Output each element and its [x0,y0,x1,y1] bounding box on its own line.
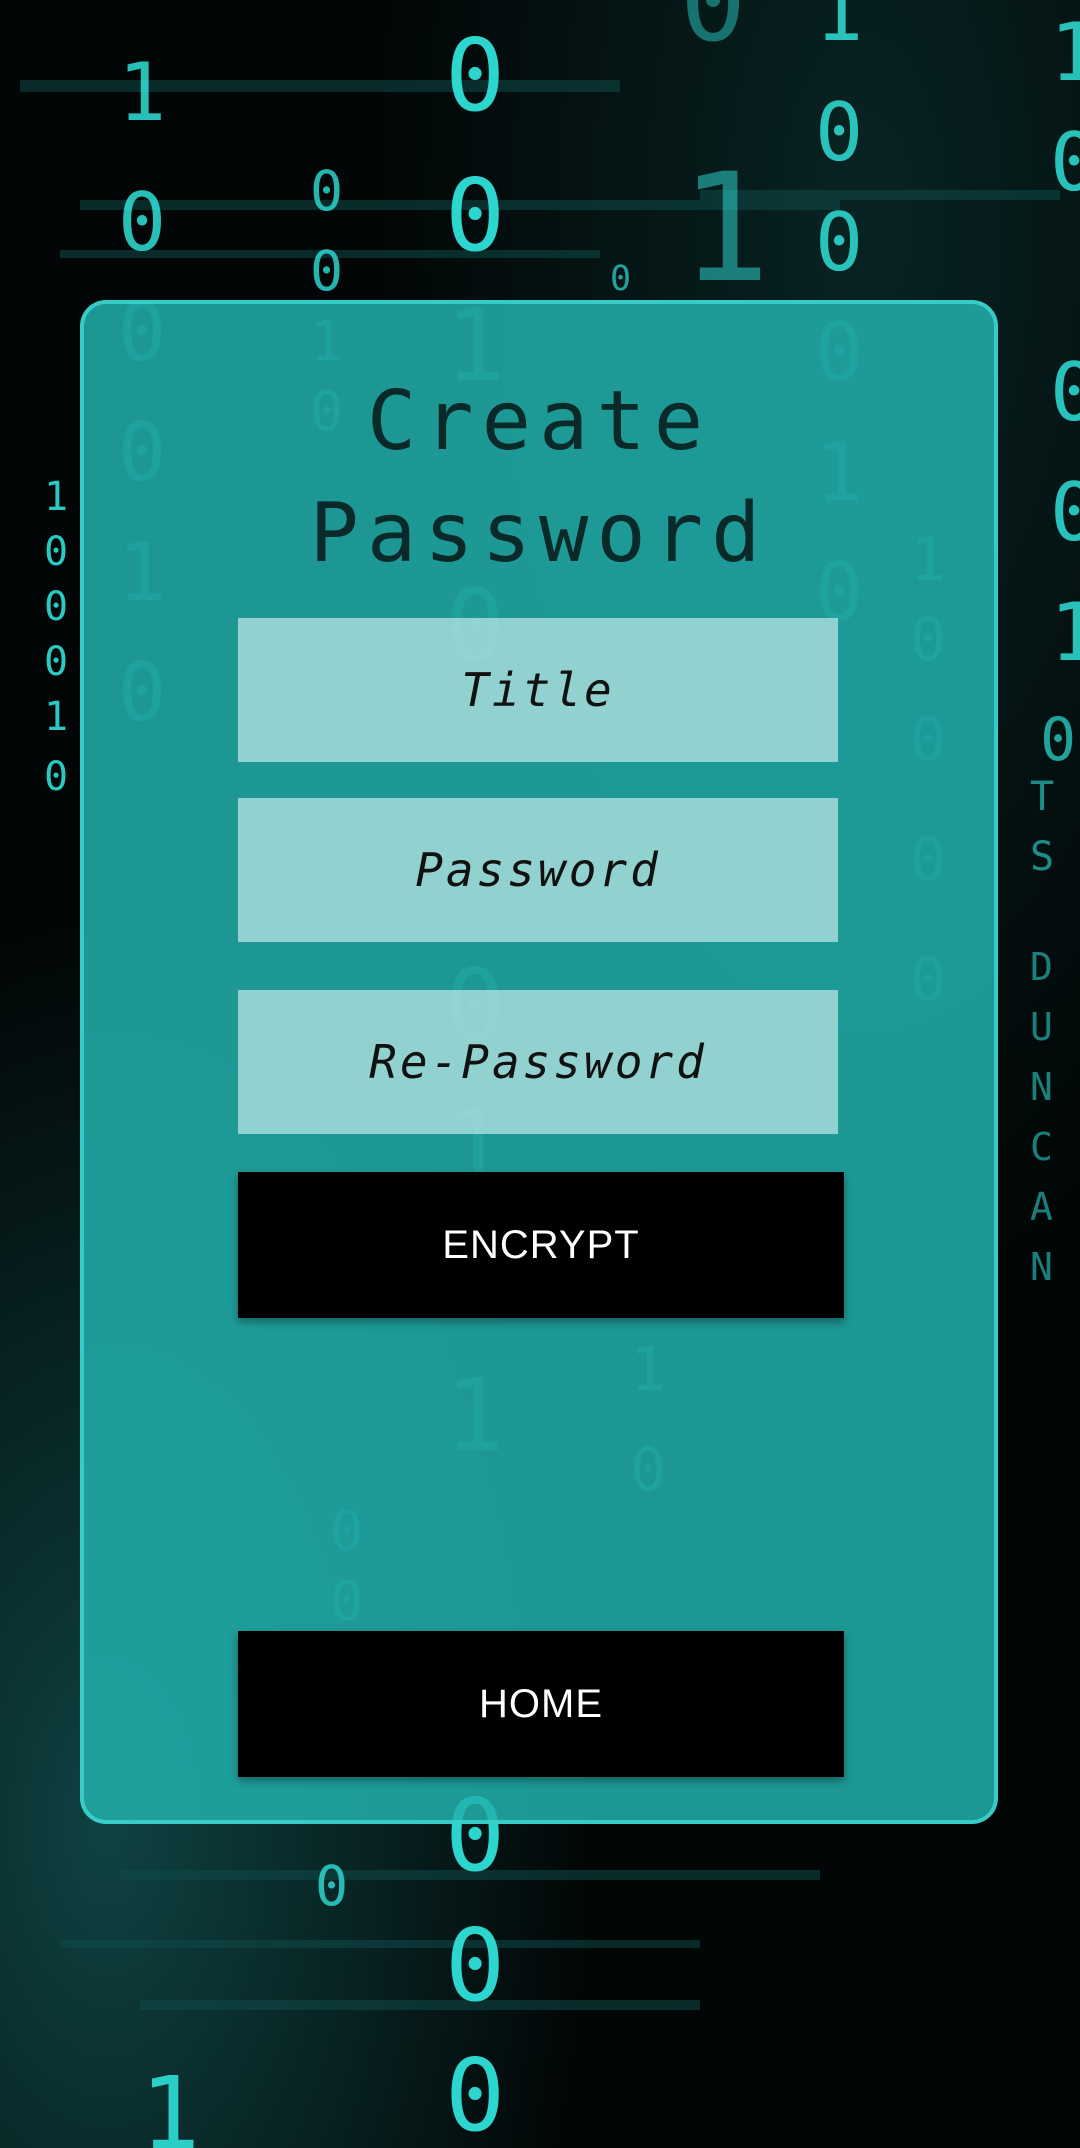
svg-text:0: 0 [815,196,863,289]
svg-text:S: S [1030,834,1054,880]
svg-text:0: 0 [1050,346,1080,439]
svg-text:1: 1 [680,142,770,316]
svg-text:1: 1 [118,46,166,139]
password-field-placeholder: Password [415,843,661,897]
svg-text:0: 0 [310,239,343,303]
title-field[interactable]: Title [238,618,838,762]
svg-text:U: U [1030,1005,1053,1049]
svg-text:0: 0 [44,529,68,575]
svg-text:1: 1 [1050,6,1080,99]
svg-text:A: A [1030,1185,1053,1229]
svg-text:0: 0 [1050,116,1080,209]
svg-text:0: 0 [1040,705,1076,775]
svg-text:0: 0 [315,1854,348,1918]
svg-text:1: 1 [140,2055,200,2148]
encrypt-button-label: ENCRYPT [442,1222,640,1267]
svg-text:N: N [1030,1065,1053,1109]
svg-text:0: 0 [1050,466,1080,559]
svg-text:0: 0 [445,1907,505,2024]
repassword-field[interactable]: Re-Password [238,990,838,1134]
home-button[interactable]: HOME [238,1631,844,1777]
svg-text:0: 0 [310,159,343,223]
svg-text:0: 0 [445,17,505,134]
svg-text:1: 1 [1050,586,1080,679]
svg-text:C: C [1030,1125,1053,1169]
create-password-card: Create Password Title Password Re-Passwo… [80,300,998,1824]
page-title: Create Password [309,374,769,581]
svg-text:0: 0 [610,259,631,299]
svg-text:T: T [1030,774,1054,820]
svg-text:0: 0 [445,2037,505,2148]
password-field[interactable]: Password [238,798,838,942]
svg-text:1: 1 [815,0,863,59]
svg-text:N: N [1030,1245,1053,1289]
title-field-placeholder: Title [461,663,615,717]
svg-text:0: 0 [118,176,166,269]
home-button-label: HOME [479,1681,603,1726]
svg-text:0: 0 [445,157,505,274]
svg-text:0: 0 [44,639,68,685]
repassword-field-placeholder: Re-Password [369,1035,707,1089]
svg-text:1: 1 [44,474,68,520]
svg-text:D: D [1030,945,1053,989]
svg-text:0: 0 [44,584,68,630]
svg-text:1: 1 [44,694,68,740]
svg-text:0: 0 [680,0,746,66]
svg-text:0: 0 [44,754,68,800]
create-password-screen: 1 0 0 0 0 0 0 0 1 1 0 0 1 0 1 0 0 0 1 0 … [0,0,1080,2148]
encrypt-button[interactable]: ENCRYPT [238,1172,844,1318]
svg-text:0: 0 [815,86,863,179]
